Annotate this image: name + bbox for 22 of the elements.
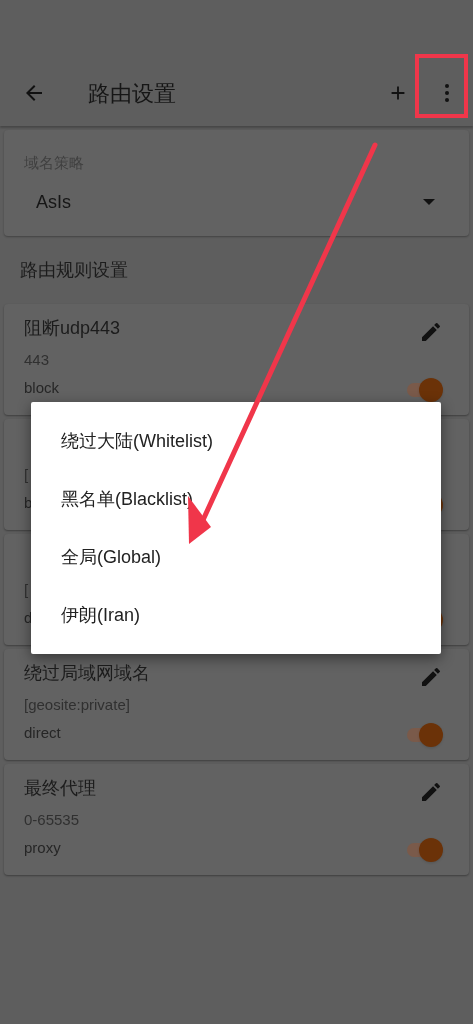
rule-action: direct — [24, 723, 61, 743]
rule-title: 绕过局域网域名 — [24, 661, 150, 685]
rule-title: 阻断udp443 — [24, 316, 121, 340]
screen-title: 路由设置 — [88, 79, 177, 108]
menu-item[interactable]: 黑名单(Blacklist) — [31, 470, 441, 528]
toggle-switch[interactable] — [405, 839, 443, 861]
dropdown-caret-icon — [423, 199, 435, 205]
menu-item[interactable]: 全局(Global) — [31, 528, 441, 586]
toggle-switch[interactable] — [405, 724, 443, 746]
rule-detail: [ — [24, 465, 29, 485]
highlight-frame — [415, 54, 468, 118]
menu-item[interactable]: 伊朗(Iran) — [31, 586, 441, 644]
rule-action: block — [24, 378, 60, 398]
pencil-icon[interactable] — [419, 665, 443, 689]
toggle-switch[interactable] — [405, 379, 443, 401]
menu-item[interactable]: 绕过大陆(Whitelist) — [31, 412, 441, 470]
pencil-icon[interactable] — [419, 320, 443, 344]
section-title: 路由规则设置 — [20, 258, 128, 282]
rule-action: proxy — [24, 838, 61, 858]
rule-detail: [ — [24, 580, 29, 600]
pencil-icon[interactable] — [419, 780, 443, 804]
rule-title: 最终代理 — [24, 776, 96, 800]
